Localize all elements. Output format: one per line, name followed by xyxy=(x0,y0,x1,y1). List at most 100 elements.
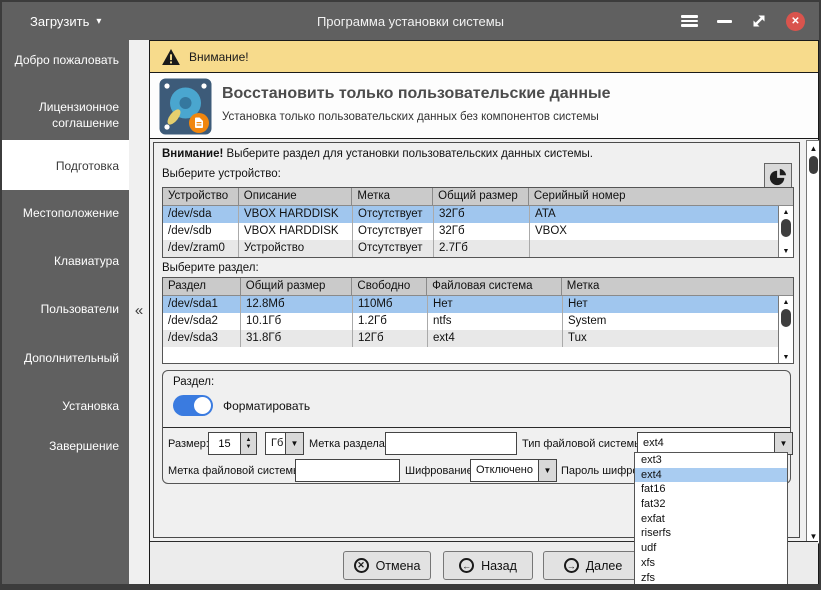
dropdown-option[interactable]: ext3 xyxy=(635,453,787,468)
sidebar-item-welcome[interactable]: Добро пожаловать xyxy=(2,52,129,68)
cell: Нет xyxy=(428,296,563,313)
chevron-down-icon[interactable]: ▼ xyxy=(285,432,304,455)
dropdown-option[interactable]: zfs xyxy=(635,571,787,585)
spin-up-icon[interactable]: ▲ xyxy=(246,437,252,444)
cell: VBOX HARDDISK xyxy=(239,223,353,240)
column-header[interactable]: Раздел xyxy=(163,278,241,295)
sidebar-item-users[interactable]: Пользователи xyxy=(2,301,129,317)
column-header[interactable]: Серийный номер xyxy=(529,188,793,205)
cell: 12Гб xyxy=(353,330,428,347)
back-button[interactable]: ← Назад xyxy=(443,551,533,580)
partition-table-scrollbar[interactable]: ▲ ▼ xyxy=(778,296,793,363)
close-icon[interactable]: ✕ xyxy=(786,11,805,31)
column-header[interactable]: Метка xyxy=(352,188,434,205)
partition-table: Раздел Общий размер Свободно Файловая си… xyxy=(162,277,794,364)
sidebar-item-additional[interactable]: Дополнительный xyxy=(2,350,129,366)
cell: 31.8Гб xyxy=(241,330,353,347)
panel-notice-bold: Внимание! xyxy=(162,148,224,160)
cell: /dev/zram0 xyxy=(163,240,239,257)
cell: 1.2Гб xyxy=(353,313,428,330)
panel-notice-rest: Выберите раздел для установки пользовате… xyxy=(223,148,594,160)
dropdown-option[interactable]: exfat xyxy=(635,512,787,527)
cell: 110Мб xyxy=(353,296,428,313)
column-header[interactable]: Устройство xyxy=(163,188,239,205)
cell xyxy=(530,240,780,257)
step-header: Восстановить только пользовательские дан… xyxy=(150,73,818,139)
scroll-up-icon[interactable]: ▲ xyxy=(779,206,793,218)
load-menu-button[interactable]: Загрузить ▾ xyxy=(30,14,101,29)
size-input[interactable] xyxy=(208,432,240,455)
partition-label-input[interactable] xyxy=(385,432,517,455)
column-header[interactable]: Описание xyxy=(239,188,353,205)
cell: 32Гб xyxy=(434,206,530,223)
scrollbar-thumb[interactable] xyxy=(781,309,791,327)
sidebar-item-finish[interactable]: Завершение xyxy=(2,438,129,454)
cell: Tux xyxy=(568,332,587,344)
next-label: Далее xyxy=(585,558,623,573)
table-row[interactable]: /dev/sda1 12.8Мб 110Мб Нет Нет xyxy=(163,296,793,313)
fslabel-input[interactable] xyxy=(295,459,400,482)
sidebar-item-preparation[interactable]: Подготовка xyxy=(2,140,129,190)
collapse-sidebar-icon[interactable]: « xyxy=(129,302,149,319)
cell: /dev/sda2 xyxy=(163,313,241,330)
groupbox-title: Раздел: xyxy=(173,376,215,388)
device-table-scrollbar[interactable]: ▲ ▼ xyxy=(778,206,793,257)
cancel-label: Отмена xyxy=(375,558,421,573)
spin-down-icon[interactable]: ▼ xyxy=(246,444,252,451)
sidebar-item-location[interactable]: Местоположение xyxy=(2,205,129,221)
device-table-header: Устройство Описание Метка Общий размер С… xyxy=(163,188,793,206)
dropdown-option[interactable]: fat32 xyxy=(635,497,787,512)
dropdown-option[interactable]: udf xyxy=(635,541,787,556)
next-icon: → xyxy=(563,558,579,573)
device-table: Устройство Описание Метка Общий размер С… xyxy=(162,187,794,258)
sidebar-item-keyboard[interactable]: Клавиатура xyxy=(2,253,129,269)
cell: VBOX HARDDISK xyxy=(239,206,353,223)
cancel-icon: ✕ xyxy=(353,558,369,573)
next-button[interactable]: → Далее xyxy=(543,551,643,580)
scrollbar-thumb[interactable] xyxy=(809,156,818,174)
sidebar-item-license[interactable]: Лицензионное соглашение xyxy=(2,99,129,131)
pie-chart-button[interactable] xyxy=(764,163,792,190)
encryption-label: Шифрование: xyxy=(405,465,476,477)
encryption-select[interactable]: Отключено ▼ xyxy=(470,459,557,482)
format-toggle[interactable] xyxy=(173,395,213,416)
dropdown-option-selected[interactable]: ext4 xyxy=(635,467,787,483)
chevron-down-icon: ▾ xyxy=(96,15,102,27)
table-row[interactable]: /dev/zram0 Устройство Отсутствует 2.7Гб xyxy=(163,240,793,257)
cell: ext4 xyxy=(428,330,563,347)
table-row[interactable]: /dev/sda3 31.8Гб 12Гб ext4 Tux xyxy=(163,330,793,347)
dropdown-option[interactable]: fat16 xyxy=(635,482,787,497)
cell: /dev/sda xyxy=(163,206,239,223)
cell: /dev/sdb xyxy=(163,223,239,240)
sidebar-item-installation[interactable]: Установка xyxy=(2,398,129,414)
column-header[interactable]: Метка xyxy=(562,278,793,295)
table-row[interactable]: /dev/sda VBOX HARDDISK Отсутствует 32Гб … xyxy=(163,206,793,223)
unit-select[interactable]: Гб ▼ xyxy=(265,432,304,455)
scroll-down-icon[interactable]: ▼ xyxy=(779,351,793,363)
size-stepper[interactable]: ▲ ▼ xyxy=(240,432,257,455)
fstype-dropdown-list: ext3 ext4 fat16 fat32 exfat riserfs udf … xyxy=(634,452,788,585)
menu-icon[interactable] xyxy=(681,15,698,27)
fstype-label: Тип файловой системы: xyxy=(522,438,646,450)
toggle-knob xyxy=(194,397,211,414)
scroll-up-icon[interactable]: ▲ xyxy=(779,296,793,308)
minimize-icon[interactable] xyxy=(717,19,732,23)
cell: ATA xyxy=(535,208,556,220)
table-row[interactable]: /dev/sda2 10.1Гб 1.2Гб ntfs System xyxy=(163,313,793,330)
dropdown-option[interactable]: xfs xyxy=(635,556,787,571)
format-toggle-label: Форматировать xyxy=(223,399,311,413)
table-row[interactable]: /dev/sdb VBOX HARDDISK Отсутствует 32Гб … xyxy=(163,223,793,240)
dropdown-option[interactable]: riserfs xyxy=(635,526,787,541)
scroll-down-icon[interactable]: ▼ xyxy=(779,245,793,257)
column-header[interactable]: Общий размер xyxy=(241,278,353,295)
maximize-icon[interactable] xyxy=(751,13,767,29)
scroll-up-icon[interactable]: ▲ xyxy=(807,141,819,155)
main-scrollbar[interactable]: ▲ ▼ xyxy=(806,140,819,544)
cancel-button[interactable]: ✕ Отмена xyxy=(343,551,431,580)
column-header[interactable]: Свободно xyxy=(352,278,428,295)
column-header[interactable]: Общий размер xyxy=(433,188,529,205)
cell: Отсутствует xyxy=(353,206,434,223)
scrollbar-thumb[interactable] xyxy=(781,219,791,237)
column-header[interactable]: Файловая система xyxy=(427,278,562,295)
chevron-down-icon[interactable]: ▼ xyxy=(538,459,557,482)
